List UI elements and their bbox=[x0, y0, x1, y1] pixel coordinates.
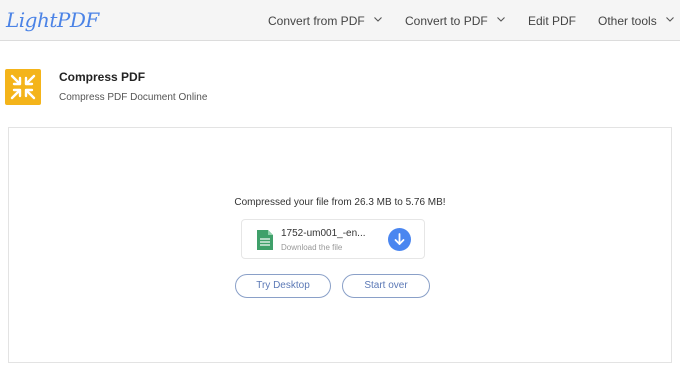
chevron-down-icon bbox=[665, 17, 674, 23]
top-nav: LightPDF Convert from PDF Convert to PDF… bbox=[0, 0, 680, 41]
lightpdf-logo[interactable]: LightPDF bbox=[6, 8, 99, 32]
nav-other-tools[interactable]: Other tools bbox=[598, 0, 674, 40]
nav-convert-from-pdf-label: Convert from PDF bbox=[268, 14, 365, 28]
nav-edit-pdf[interactable]: Edit PDF bbox=[528, 0, 576, 40]
file-card[interactable]: 1752-um001_-en... Download the file bbox=[241, 219, 425, 259]
file-name: 1752-um001_-en... bbox=[281, 228, 366, 239]
compress-arrows-icon bbox=[5, 69, 41, 105]
nav-convert-from-pdf[interactable]: Convert from PDF bbox=[268, 0, 382, 40]
nav-convert-to-pdf[interactable]: Convert to PDF bbox=[405, 0, 505, 40]
nav-convert-to-pdf-label: Convert to PDF bbox=[405, 14, 488, 28]
nav-other-tools-label: Other tools bbox=[598, 14, 657, 28]
download-icon bbox=[394, 233, 405, 245]
start-over-button[interactable]: Start over bbox=[342, 274, 430, 298]
page-subtitle: Compress PDF Document Online bbox=[59, 92, 208, 103]
chevron-down-icon bbox=[496, 17, 505, 23]
chevron-down-icon bbox=[373, 17, 382, 23]
nav-edit-pdf-label: Edit PDF bbox=[528, 14, 577, 28]
download-button[interactable] bbox=[388, 228, 411, 251]
download-file-link[interactable]: Download the file bbox=[281, 243, 342, 252]
document-icon bbox=[256, 229, 274, 251]
try-desktop-button[interactable]: Try Desktop bbox=[235, 274, 331, 298]
compression-result-message: Compressed your file from 26.3 MB to 5.7… bbox=[234, 197, 446, 208]
page-title: Compress PDF bbox=[59, 70, 146, 84]
